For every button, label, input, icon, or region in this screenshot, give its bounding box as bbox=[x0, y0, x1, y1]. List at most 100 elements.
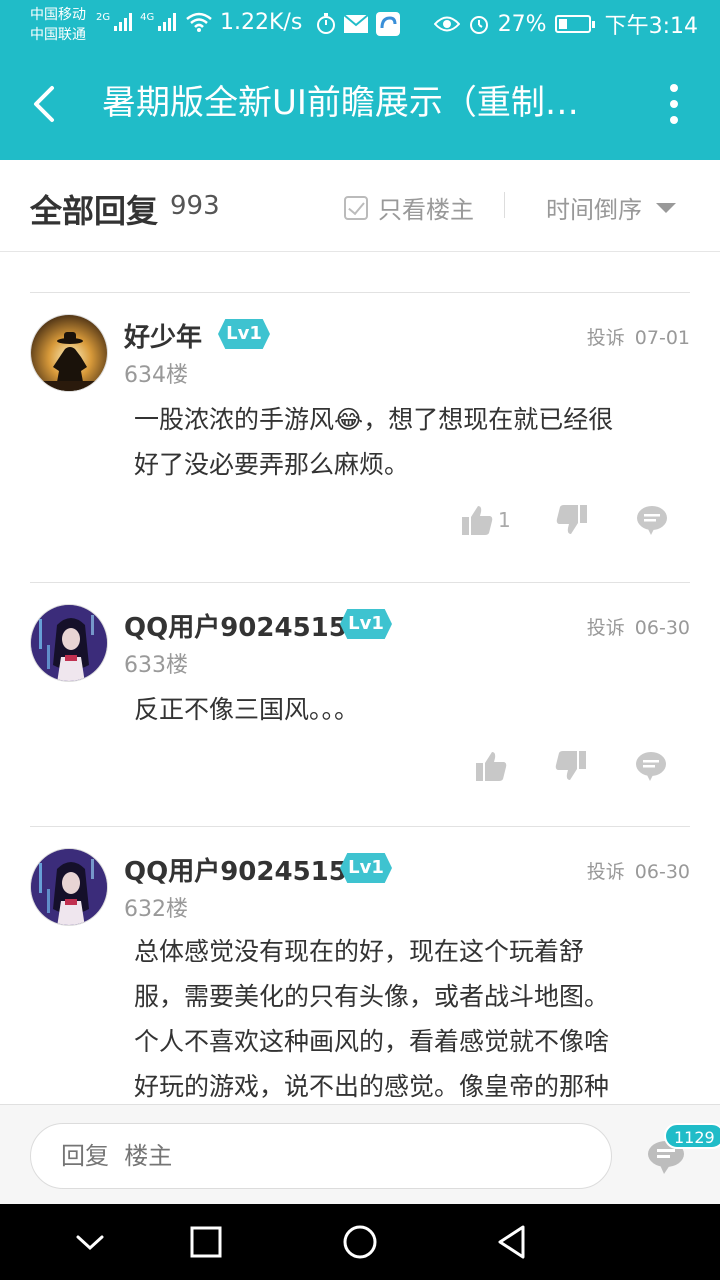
alarm-icon bbox=[469, 16, 488, 34]
notification-icons bbox=[316, 12, 400, 36]
more-dot-icon bbox=[670, 100, 678, 108]
op-only-toggle[interactable]: 只看楼主 bbox=[344, 190, 474, 225]
comment-text-line: 个人不喜欢这种画风的，看着感觉就不像啥 bbox=[134, 1027, 610, 1056]
level-badge: Lv1 bbox=[340, 609, 392, 639]
avatar[interactable] bbox=[30, 604, 108, 682]
more-dot-icon bbox=[670, 116, 678, 124]
comment-actions: 1 bbox=[460, 503, 669, 537]
username[interactable]: QQ用户9024515 bbox=[124, 851, 347, 888]
comment-date: 06-30 bbox=[634, 861, 690, 883]
network-speed: 1.22K/s bbox=[220, 10, 303, 35]
comment-text: 一股浓浓的手游风😂，想了想现在就已经很 好了没必要弄那么麻烦。 bbox=[134, 397, 680, 487]
nav-back-button[interactable] bbox=[492, 1222, 532, 1262]
network-type-2: 4G bbox=[140, 12, 155, 23]
signal-icon bbox=[114, 13, 133, 31]
username[interactable]: QQ用户9024515 bbox=[124, 607, 347, 644]
comment-item: 好少年 Lv1 投诉 07-01 634楼 一股浓浓的手游风😂，想了想现在就已经很… bbox=[30, 292, 690, 582]
comment-text-line: 一股浓浓的手游风😂，想了想现在就已经很 bbox=[134, 405, 614, 434]
comment-text: 总体感觉没有现在的好，现在这个玩着舒 服，需要美化的只有头像，或者战斗地图。 个… bbox=[134, 929, 680, 1104]
filter-bar: 全部回复 993 只看楼主 时间倒序 bbox=[0, 160, 720, 252]
triangle-back-icon bbox=[498, 1225, 525, 1259]
op-only-label: 只看楼主 bbox=[378, 196, 474, 224]
sort-dropdown[interactable]: 时间倒序 bbox=[546, 190, 676, 225]
nav-home-button[interactable] bbox=[340, 1222, 380, 1262]
status-right: 27% 下午3:14 bbox=[433, 8, 698, 40]
back-arrow-icon bbox=[34, 86, 54, 122]
reply-button[interactable] bbox=[635, 503, 669, 537]
page-title: 暑期版全新UI前瞻展示（重制… bbox=[102, 83, 579, 123]
battery-percent: 27% bbox=[497, 11, 547, 37]
square-icon bbox=[190, 1226, 222, 1258]
comment-date: 07-01 bbox=[634, 327, 690, 349]
comment-date: 06-30 bbox=[634, 617, 690, 639]
like-count: 1 bbox=[498, 508, 511, 532]
thumbs-down-icon bbox=[556, 505, 587, 534]
status-bar: 中国移动 中国联通 2G 4G 1.22K/s 27% 下午3:14 bbox=[0, 0, 720, 50]
comment-meta: 投诉 06-30 bbox=[587, 613, 690, 640]
stopwatch-icon bbox=[317, 13, 335, 34]
nav-recents-button[interactable] bbox=[186, 1222, 226, 1262]
wifi-icon bbox=[186, 12, 213, 32]
avatar[interactable] bbox=[30, 848, 108, 926]
floor-number: 633楼 bbox=[124, 653, 188, 678]
comment-text-line: 好了没必要弄那么麻烦。 bbox=[134, 450, 410, 479]
avatar-anime-image bbox=[31, 605, 107, 681]
like-button[interactable] bbox=[474, 749, 508, 783]
comment-text: 反正不像三国风。。。 bbox=[134, 687, 680, 732]
nav-hide-button[interactable] bbox=[70, 1222, 110, 1262]
comment-meta: 投诉 07-01 bbox=[587, 323, 690, 350]
app-notification-icon bbox=[376, 12, 400, 36]
signal-icon bbox=[158, 13, 177, 31]
thumbs-up-icon bbox=[476, 752, 507, 781]
reply-input[interactable] bbox=[30, 1123, 612, 1189]
mail-icon bbox=[344, 15, 368, 33]
username[interactable]: 好少年 bbox=[124, 317, 202, 354]
thumbs-up-icon bbox=[462, 506, 493, 535]
reply-button[interactable] bbox=[634, 749, 668, 783]
battery-level bbox=[558, 19, 568, 29]
comment-bubble-icon bbox=[636, 752, 666, 781]
avatar-anime-image bbox=[31, 849, 107, 925]
battery-icon bbox=[554, 15, 595, 33]
comment-text-line: 好玩的游戏，说不出的感觉。像皇帝的那种 bbox=[134, 1072, 610, 1101]
carrier-1: 中国移动 bbox=[30, 7, 86, 23]
clock: 下午3:14 bbox=[604, 14, 698, 39]
comment-meta: 投诉 06-30 bbox=[587, 857, 690, 884]
comment-text-line: 总体感觉没有现在的好，现在这个玩着舒 bbox=[134, 937, 585, 966]
avatar[interactable] bbox=[30, 314, 108, 392]
comment-count-badge: 1129 bbox=[664, 1123, 720, 1149]
comment-actions bbox=[474, 749, 668, 783]
comment-item: QQ用户9024515 Lv1 投诉 06-30 633楼 反正不像三国风。。。 bbox=[30, 582, 690, 826]
floor-number: 632楼 bbox=[124, 897, 188, 922]
report-button[interactable]: 投诉 bbox=[587, 327, 625, 349]
more-options-button[interactable] bbox=[668, 84, 680, 124]
chevron-down-icon bbox=[656, 202, 676, 213]
all-replies-label: 全部回复 bbox=[30, 192, 159, 230]
dislike-button[interactable] bbox=[555, 503, 589, 537]
comment-bubble-icon bbox=[636, 506, 667, 535]
carrier-2: 中国联通 bbox=[30, 27, 86, 43]
floor-number: 634楼 bbox=[124, 363, 188, 388]
circle-icon bbox=[343, 1225, 377, 1259]
like-button[interactable]: 1 bbox=[460, 503, 511, 537]
chevron-down-icon bbox=[76, 1235, 104, 1251]
avatar-cowboy-image bbox=[31, 315, 107, 391]
eye-icon bbox=[433, 16, 460, 32]
level-badge: Lv1 bbox=[340, 853, 392, 883]
back-button[interactable] bbox=[26, 80, 66, 128]
divider bbox=[504, 192, 505, 218]
reply-count: 993 bbox=[170, 191, 220, 221]
report-button[interactable]: 投诉 bbox=[587, 617, 625, 639]
level-badge: Lv1 bbox=[218, 319, 270, 349]
report-button[interactable]: 投诉 bbox=[587, 861, 625, 883]
signal-icons: 2G 4G bbox=[96, 12, 213, 32]
thumbs-down-icon bbox=[555, 751, 586, 780]
dislike-button[interactable] bbox=[554, 749, 588, 783]
comment-text-line: 服，需要美化的只有头像，或者战斗地图。 bbox=[134, 982, 610, 1011]
system-nav-bar bbox=[0, 1204, 720, 1280]
app-bar: 暑期版全新UI前瞻展示（重制… bbox=[0, 50, 720, 160]
carrier-info: 中国移动 中国联通 bbox=[30, 5, 86, 45]
sort-label: 时间倒序 bbox=[546, 196, 642, 224]
more-dot-icon bbox=[670, 84, 678, 92]
op-only-checkbox[interactable] bbox=[344, 195, 368, 220]
